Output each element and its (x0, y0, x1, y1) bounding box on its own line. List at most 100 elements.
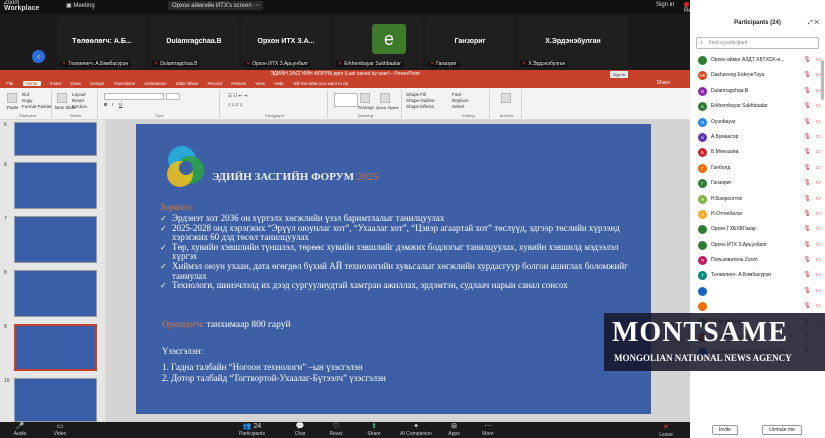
mic-muted-icon[interactable]: 🎙 (803, 68, 811, 83)
mic-muted-icon[interactable]: 🎙 (803, 207, 811, 222)
video-off-icon[interactable]: ▭ (815, 115, 821, 130)
participant-row[interactable]: Орхон аймаг АЗДТ ХБТХОХ-и... 🎙 ▭ (690, 53, 825, 68)
leave-button[interactable]: ✕ Leave (650, 424, 682, 438)
slide-thumbnail[interactable] (14, 270, 97, 317)
participant-row[interactable]: D Dulamragchaa.B 🎙 ▭ (690, 84, 825, 99)
mic-muted-icon[interactable]: 🎙 (803, 284, 811, 299)
tab-file[interactable]: File (6, 81, 13, 86)
unmute-button[interactable]: Unmute me (762, 425, 802, 435)
participant-row[interactable]: Г Ганболд 🎙 ▭ (690, 161, 825, 176)
video-off-icon[interactable]: ▭ (815, 161, 821, 176)
tab-draw[interactable]: Draw (70, 81, 81, 86)
italic-icon[interactable]: I (112, 102, 113, 107)
scrollbar[interactable] (821, 60, 824, 100)
screen-share-label[interactable]: Орхон аймгийн ИТХ's screen ⋯ (168, 1, 264, 10)
addins-icon[interactable] (501, 93, 511, 103)
video-off-icon[interactable]: ▭ (815, 145, 821, 160)
participant-row[interactable]: 🎙 ▭ (690, 284, 825, 299)
audio-button[interactable]: 🎤 Audio (2, 423, 38, 437)
more-button[interactable]: ⋯ More (470, 423, 506, 437)
tab-home[interactable]: Home (22, 81, 41, 86)
video-off-icon[interactable]: ▭ (815, 99, 821, 114)
replace-button[interactable]: Replace (452, 98, 469, 103)
back-arrow-icon[interactable]: ‹ (32, 50, 45, 63)
find-button[interactable]: Find (452, 92, 461, 97)
tab-review[interactable]: Review (231, 81, 246, 86)
video-off-icon[interactable]: ▭ (815, 268, 821, 283)
mic-muted-icon[interactable]: 🎙 (803, 192, 811, 207)
video-tile[interactable]: Ганзориг ✕ Ганзориг (426, 16, 514, 68)
shape-outline-button[interactable]: Shape Outline (406, 98, 435, 103)
format-painter-button[interactable]: Format Painter (22, 104, 52, 109)
react-button[interactable]: ♡ React (318, 423, 354, 437)
participants-button[interactable]: 👥 24 Participants (232, 423, 272, 437)
chat-button[interactable]: 💬 Chat (282, 423, 318, 437)
video-off-icon[interactable]: ▭ (815, 238, 821, 253)
mic-muted-icon[interactable]: 🎙 (803, 253, 811, 268)
meeting-menu[interactable]: ▣ Meeting (66, 2, 95, 9)
slide-thumbnail[interactable] (14, 162, 97, 209)
mic-muted-icon[interactable]: 🎙 (803, 268, 811, 283)
copy-button[interactable]: Copy (22, 98, 33, 103)
video-tile[interactable]: Х.Эрдэнэбулган ✕ Х.Эрдэнэбулган (518, 16, 628, 68)
video-off-icon[interactable]: ▭ (815, 207, 821, 222)
paste-icon[interactable] (7, 93, 17, 103)
tab-insert[interactable]: Insert (50, 81, 61, 86)
video-button[interactable]: ▭ Video (42, 423, 78, 437)
section-button[interactable]: Section (72, 104, 87, 109)
participant-search-input[interactable]: ⌕ Find a participant (696, 37, 819, 49)
ppt-signin-button[interactable]: Sign in (610, 71, 628, 78)
mic-muted-icon[interactable]: 🎙 (803, 53, 811, 68)
mic-muted-icon[interactable]: 🎙 (803, 161, 811, 176)
bullets-icon[interactable]: ☰ ☷ ⇤ ⇥ (228, 93, 247, 99)
slide-thumbnail-selected[interactable] (14, 324, 97, 371)
participant-row[interactable]: Орхон ГХБХБГазар 🎙 ▭ (690, 222, 825, 237)
mic-muted-icon[interactable]: 🎙 (803, 99, 811, 114)
new-slide-icon[interactable] (57, 93, 67, 103)
participant-row[interactable]: e Erkhembayar Sukhbaatar 🎙 ▭ (690, 99, 825, 114)
participant-row[interactable]: Н Н.Отгонбилэг 🎙 ▭ (690, 207, 825, 222)
font-name-select[interactable] (104, 93, 164, 100)
participant-row[interactable]: П Пользователь Zoom 🎙 ▭ (690, 253, 825, 268)
video-off-icon[interactable]: ▭ (815, 253, 821, 268)
arrange-icon[interactable] (360, 93, 370, 103)
invite-button[interactable]: Invite (712, 425, 738, 435)
signin-link[interactable]: Sign in (656, 2, 674, 8)
video-off-icon[interactable]: ▭ (815, 192, 821, 207)
underline-icon[interactable]: U (119, 102, 122, 107)
video-tile[interactable]: Dulamragchaa.B ✕ Dulamragchaa.B (150, 16, 238, 68)
video-off-icon[interactable]: ▭ (815, 222, 821, 237)
mic-muted-icon[interactable]: 🎙 (803, 115, 811, 130)
tab-record[interactable]: Record (207, 81, 222, 86)
participant-row[interactable]: Г Ганзориг 🎙 ▭ (690, 176, 825, 191)
tab-design[interactable]: Design (90, 81, 104, 86)
mic-muted-icon[interactable]: 🎙 (803, 238, 811, 253)
participant-row[interactable]: Т Төлөөлөгч: А.Бямбасүрэн 🎙 ▭ (690, 268, 825, 283)
ppt-share-button[interactable]: Share (657, 80, 670, 86)
shapes-gallery[interactable] (334, 93, 358, 107)
video-off-icon[interactable]: ▭ (815, 176, 821, 191)
video-tile[interactable]: Төлөөлөгч: А.Б... ✕ Төлөөлөгч: А.Бямбасүр… (58, 16, 146, 68)
tab-view[interactable]: View (255, 81, 265, 86)
mic-muted-icon[interactable]: 🎙 (803, 84, 811, 99)
quick-styles-icon[interactable] (380, 93, 390, 103)
shape-fill-button[interactable]: Shape Fill (406, 92, 426, 97)
reset-button[interactable]: Reset (72, 98, 84, 103)
cut-button[interactable]: Cut (22, 92, 29, 97)
participant-row[interactable]: Н Н.Баярсогтох 🎙 ▭ (690, 192, 825, 207)
apps-button[interactable]: ⊞ Apps (436, 423, 472, 437)
tab-help[interactable]: Help (274, 81, 283, 86)
slide-thumbnail[interactable] (14, 122, 97, 156)
mic-muted-icon[interactable]: 🎙 (803, 176, 811, 191)
participant-row[interactable]: Б Б.Мөнхзаяа 🎙 ▭ (690, 145, 825, 160)
close-icon[interactable]: ⤢ ✕ (808, 14, 819, 32)
font-size-select[interactable] (166, 93, 180, 100)
mic-muted-icon[interactable]: 🎙 (803, 130, 811, 145)
ai-companion-button[interactable]: ✦ AI Companion (396, 423, 436, 437)
video-tile[interactable]: Орхон ИТХ З.А... ✕ Орхон ИТХ З.Арьунбалг (242, 16, 330, 68)
layout-button[interactable]: Layout (72, 92, 86, 97)
share-button[interactable]: ⬆ Share (356, 423, 392, 437)
video-off-icon[interactable]: ▭ (815, 130, 821, 145)
tell-me-search[interactable]: Tell me what you want to do (293, 81, 349, 86)
bold-icon[interactable]: B (104, 102, 107, 107)
